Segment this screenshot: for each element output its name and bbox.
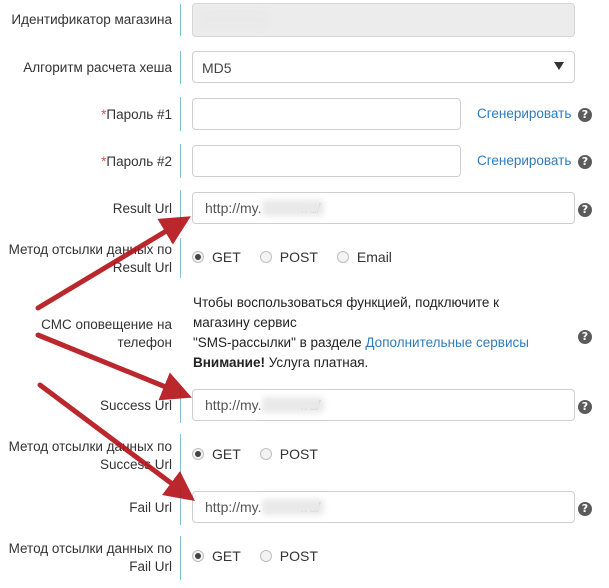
help-icon[interactable]: ?: [578, 502, 592, 516]
password1-label: *Пароль #1: [0, 106, 172, 124]
fail-method-post[interactable]: POST: [259, 548, 318, 564]
hash-algo-label: Алгоритм расчета хеша: [23, 60, 172, 75]
generate-password1-link[interactable]: Сгенерировать: [477, 106, 571, 121]
result-url-label: Result Url: [112, 201, 172, 216]
password1-field[interactable]: [192, 98, 461, 130]
success-method-label: Метод отсылки данных по Success Url: [0, 438, 172, 474]
option-label: GET: [212, 249, 241, 265]
sms-text-line3-a: "SMS-рассылки" в разделе: [193, 335, 366, 350]
result-method-label-line2: Result Url: [112, 260, 172, 275]
success-method-label-line2: Success Url: [99, 457, 172, 472]
radio-checked[interactable]: [192, 550, 204, 562]
password2-label: *Пароль #2: [0, 153, 172, 171]
fail-url-field[interactable]: [192, 491, 575, 523]
fail-method-label-line1: Метод отсылки данных по: [8, 541, 172, 556]
separator: [180, 97, 181, 131]
paid-service-text: Услуга платная.: [264, 355, 369, 370]
result-method-radio-group: GET POST Email: [192, 249, 411, 265]
warning-text: Внимание!: [193, 355, 265, 370]
fail-url-label: Fail Url: [129, 500, 172, 515]
hash-algo-select[interactable]: MD5: [192, 51, 575, 83]
redacted-shop-id: [200, 11, 270, 27]
option-label: POST: [279, 548, 318, 564]
success-method-post[interactable]: POST: [259, 446, 318, 462]
sms-label-line1: СМС оповещение на: [41, 317, 172, 332]
extra-services-link[interactable]: Дополнительные сервисы: [365, 335, 529, 350]
password1-label-text: Пароль #1: [106, 107, 172, 122]
separator: [180, 238, 181, 278]
separator: [180, 144, 181, 178]
success-url-label: Success Url: [99, 398, 172, 413]
radio[interactable]: [336, 251, 349, 263]
success-method-get[interactable]: GET: [192, 446, 241, 462]
fail-method-radio-group: GET POST: [192, 548, 337, 564]
redacted-domain: [262, 200, 324, 216]
success-method-radio-group: GET POST: [192, 446, 337, 462]
option-label: POST: [279, 446, 318, 462]
option-label: POST: [279, 249, 318, 265]
redacted-domain: [262, 499, 324, 515]
sms-text-line1: Чтобы воспользоваться функцией, подключи…: [193, 295, 500, 310]
sms-info-text: Чтобы воспользоваться функцией, подключи…: [193, 293, 563, 373]
separator: [180, 434, 181, 476]
success-method-label-line1: Метод отсылки данных по: [8, 439, 172, 454]
option-label: GET: [212, 548, 241, 564]
redacted-domain: [262, 397, 324, 413]
password2-field[interactable]: [192, 145, 461, 177]
separator: [180, 4, 181, 36]
help-icon[interactable]: ?: [578, 330, 592, 344]
option-label: GET: [212, 446, 241, 462]
result-method-get[interactable]: GET: [192, 249, 241, 265]
radio-checked[interactable]: [192, 448, 204, 460]
separator: [180, 51, 181, 84]
result-method-post[interactable]: POST: [259, 249, 318, 265]
generate-password2-link[interactable]: Сгенерировать: [477, 153, 571, 168]
result-method-email[interactable]: Email: [336, 249, 392, 265]
radio-checked[interactable]: [192, 251, 204, 263]
separator: [180, 536, 181, 580]
sms-text-line2: магазину сервис: [193, 315, 297, 330]
chevron-down-icon: [554, 62, 564, 70]
option-label: Email: [356, 249, 392, 265]
separator: [180, 489, 181, 525]
sms-label: СМС оповещение на телефон: [0, 316, 172, 352]
sms-text-line4: Внимание! Услуга платная.: [193, 353, 563, 373]
separator: [180, 387, 181, 423]
shop-id-label: Идентификатор магазина: [11, 12, 172, 27]
fail-method-label-line2: Fail Url: [129, 559, 172, 574]
fail-method-get[interactable]: GET: [192, 548, 241, 564]
sms-label-line2: телефон: [117, 335, 172, 350]
help-icon[interactable]: ?: [578, 203, 592, 217]
separator: [180, 190, 181, 226]
hash-algo-value: MD5: [202, 60, 232, 76]
fail-method-label: Метод отсылки данных по Fail Url: [0, 540, 172, 576]
sms-text-line3: "SMS-рассылки" в разделе Дополнительные …: [193, 333, 563, 353]
result-url-field[interactable]: [192, 192, 575, 224]
radio[interactable]: [259, 550, 272, 562]
result-method-label-line1: Метод отсылки данных по: [8, 242, 172, 257]
radio[interactable]: [259, 448, 272, 460]
help-icon[interactable]: ?: [578, 108, 592, 122]
success-url-field[interactable]: [192, 389, 575, 421]
help-icon[interactable]: ?: [578, 155, 592, 169]
help-icon[interactable]: ?: [578, 400, 592, 414]
radio[interactable]: [259, 251, 272, 263]
result-method-label: Метод отсылки данных по Result Url: [0, 241, 172, 277]
password2-label-text: Пароль #2: [106, 154, 172, 169]
